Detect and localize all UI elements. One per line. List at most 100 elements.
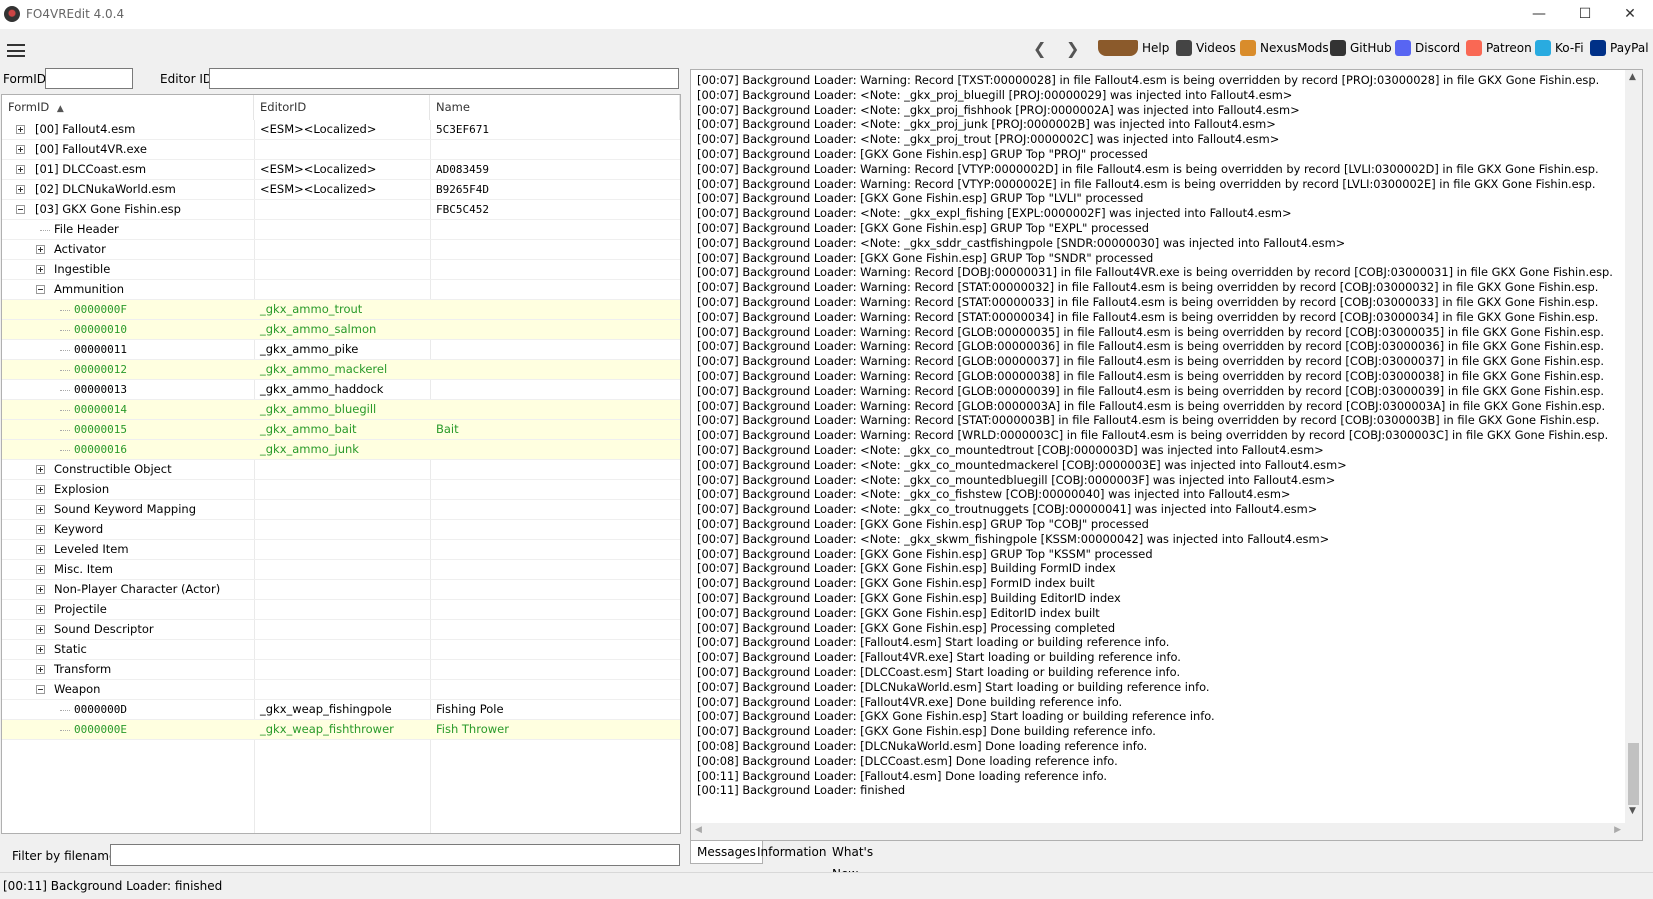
menu-icon[interactable] [7, 44, 25, 57]
tree-row[interactable]: 00000012 _gkx_ammo_mackerel [2, 360, 680, 380]
column-header-editorid[interactable]: EditorID [254, 95, 430, 120]
tree-row[interactable]: 00000010 _gkx_ammo_salmon [2, 320, 680, 340]
expand-icon[interactable] [36, 565, 45, 574]
log-line: [00:07] Background Loader: Warning: Reco… [697, 161, 1599, 176]
tree-row[interactable]: [02] DLCNukaWorld.esm <ESM><Localized> B92… [2, 180, 680, 200]
tree-row[interactable]: Weapon [2, 680, 680, 700]
expand-icon[interactable] [16, 125, 25, 134]
cell-formid: Static [54, 642, 87, 656]
editorid-input[interactable] [209, 68, 679, 89]
cell-editorid: <ESM><Localized> [260, 182, 377, 196]
log-line: [00:07] Background Loader: Warning: Reco… [697, 383, 1605, 398]
cell-formid: Ingestible [54, 262, 111, 276]
cell-name: FBC5C452 [436, 203, 489, 216]
messages-log[interactable]: [00:07] Background Loader: Warning: Reco… [690, 69, 1643, 841]
toolbar-discord-button[interactable]: Discord [1395, 39, 1460, 57]
cell-formid: Explosion [54, 482, 110, 496]
expand-icon[interactable] [36, 505, 45, 514]
tree-row[interactable]: [00] Fallout4.esm <ESM><Localized> 5C3EF67… [2, 120, 680, 140]
expand-icon[interactable] [36, 545, 45, 554]
tree-row[interactable]: 0000000E _gkx_weap_fishthrower Fish Throwe… [2, 720, 680, 740]
tree-row[interactable]: File Header [2, 220, 680, 240]
record-tree[interactable]: FormID ▲ EditorID Name [00] Fallout4.esm… [1, 94, 681, 834]
toolbar-nexusmods-button[interactable]: NexusMods [1240, 39, 1329, 57]
cell-name: Bait [436, 422, 459, 436]
column-header-formid[interactable]: FormID ▲ [2, 95, 254, 120]
expand-icon[interactable] [16, 185, 25, 194]
expand-icon[interactable] [36, 585, 45, 594]
editorid-label: Editor ID [160, 72, 213, 86]
toolbar-github-button[interactable]: GitHub [1330, 39, 1392, 57]
tab-whats-new[interactable]: What's New [826, 841, 879, 881]
tree-row[interactable]: Ingestible [2, 260, 680, 280]
tree-row[interactable]: Projectile [2, 600, 680, 620]
tree-row[interactable]: 00000016 _gkx_ammo_junk [2, 440, 680, 460]
tree-row[interactable]: [00] Fallout4VR.exe [2, 140, 680, 160]
tree-row[interactable]: Keyword [2, 520, 680, 540]
formid-input[interactable] [45, 68, 133, 89]
collapse-icon[interactable] [16, 205, 25, 214]
vertical-scrollbar[interactable]: ▲ ▼ [1625, 70, 1642, 840]
scroll-thumb[interactable] [1628, 743, 1639, 805]
tree-row[interactable]: Static [2, 640, 680, 660]
forward-arrow-icon[interactable]: ❯ [1066, 39, 1079, 58]
toolbar-videos-button[interactable]: Videos [1176, 39, 1236, 57]
scroll-right-icon[interactable]: ▶ [1614, 825, 1621, 835]
expand-icon[interactable] [16, 165, 25, 174]
filter-input[interactable] [110, 844, 680, 866]
cell-formid: Activator [54, 242, 106, 256]
tree-row[interactable]: [01] DLCCoast.esm <ESM><Localized> AD08345… [2, 160, 680, 180]
scroll-left-icon[interactable]: ◀ [695, 825, 702, 835]
tree-row[interactable]: Non-Player Character (Actor) [2, 580, 680, 600]
tree-row[interactable]: Ammunition [2, 280, 680, 300]
expand-icon[interactable] [36, 525, 45, 534]
collapse-icon[interactable] [36, 285, 45, 294]
minimize-button[interactable]: — [1516, 0, 1562, 29]
maximize-button[interactable]: ☐ [1562, 0, 1608, 29]
tree-row[interactable]: Explosion [2, 480, 680, 500]
tree-row[interactable]: Misc. Item [2, 560, 680, 580]
log-line: [00:07] Background Loader: Warning: Reco… [697, 428, 1609, 443]
scroll-down-icon[interactable]: ▼ [1629, 806, 1636, 816]
expand-icon[interactable] [36, 605, 45, 614]
tree-row[interactable]: 00000011 _gkx_ammo_pike [2, 340, 680, 360]
column-header-name[interactable]: Name [430, 95, 680, 120]
tree-row[interactable]: 0000000F _gkx_ammo_trout [2, 300, 680, 320]
expand-icon[interactable] [36, 485, 45, 494]
expand-icon[interactable] [36, 465, 45, 474]
title-bar: FO4VREdit 4.0.4 — ☐ ✕ [0, 0, 1653, 29]
back-arrow-icon[interactable]: ❮ [1033, 39, 1046, 58]
log-line: [00:07] Background Loader: Warning: Reco… [697, 265, 1613, 280]
horizontal-scrollbar[interactable]: ◀ ▶ [691, 823, 1625, 840]
log-line: [00:07] Background Loader: <Note: _gkx_e… [697, 206, 1292, 221]
expand-icon[interactable] [36, 645, 45, 654]
cell-formid: [00] Fallout4VR.exe [35, 142, 147, 156]
tree-row[interactable]: 00000014 _gkx_ammo_bluegill [2, 400, 680, 420]
tree-row[interactable]: Sound Keyword Mapping [2, 500, 680, 520]
expand-icon[interactable] [36, 625, 45, 634]
tree-row[interactable]: 00000013 _gkx_ammo_haddock [2, 380, 680, 400]
tree-row[interactable]: Sound Descriptor [2, 620, 680, 640]
cell-formid: [01] DLCCoast.esm [35, 162, 147, 176]
toolbar-ko-fi-button[interactable]: Ko-Fi [1535, 39, 1584, 57]
expand-icon[interactable] [36, 265, 45, 274]
toolbar-help-button[interactable]: Help [1098, 39, 1169, 57]
toolbar-paypal-button[interactable]: PayPal [1590, 39, 1649, 57]
tree-row[interactable]: [03] GKX Gone Fishin.esp FBC5C452 [2, 200, 680, 220]
tree-row[interactable]: Constructible Object [2, 460, 680, 480]
expand-icon[interactable] [36, 245, 45, 254]
nexusmods-icon [1240, 40, 1256, 56]
tab-information[interactable]: Information [751, 841, 832, 863]
log-line: [00:07] Background Loader: [GKX Gone Fis… [697, 576, 1095, 591]
tree-row[interactable]: 00000015 _gkx_ammo_bait Bait [2, 420, 680, 440]
scroll-up-icon[interactable]: ▲ [1629, 72, 1636, 82]
collapse-icon[interactable] [36, 685, 45, 694]
expand-icon[interactable] [16, 145, 25, 154]
expand-icon[interactable] [36, 665, 45, 674]
tree-row[interactable]: Transform [2, 660, 680, 680]
close-button[interactable]: ✕ [1607, 0, 1653, 29]
tree-row[interactable]: 0000000D _gkx_weap_fishingpole Fishing Pol… [2, 700, 680, 720]
toolbar-patreon-button[interactable]: Patreon [1466, 39, 1532, 57]
tree-row[interactable]: Leveled Item [2, 540, 680, 560]
tree-row[interactable]: Activator [2, 240, 680, 260]
